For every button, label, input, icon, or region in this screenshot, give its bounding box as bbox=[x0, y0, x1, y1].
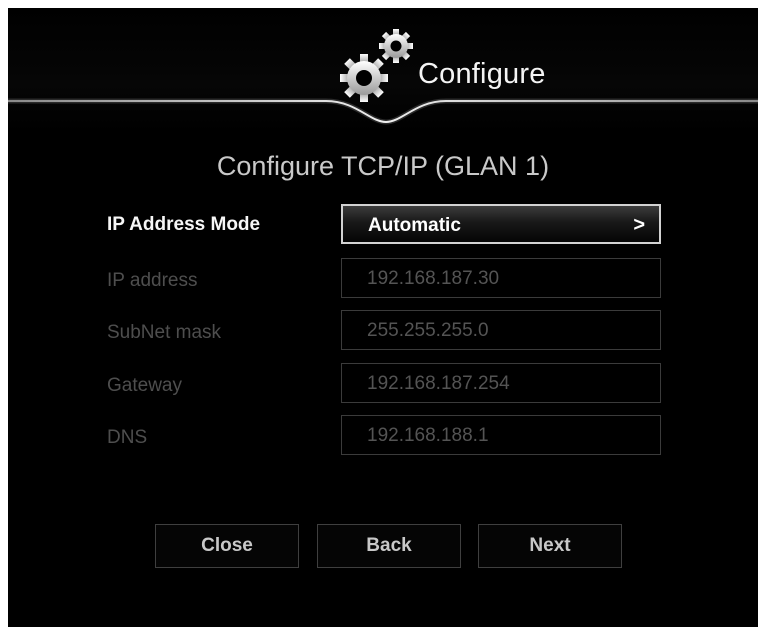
ip-mode-label: IP Address Mode bbox=[107, 214, 261, 235]
configure-screen: Configure Configure TCP/IP (GLAN 1) IP A… bbox=[8, 8, 758, 627]
gears-icon bbox=[340, 29, 413, 102]
ip-mode-row: IP Address Mode Automatic > bbox=[8, 204, 758, 248]
dns-field: 192.168.188.1 bbox=[341, 415, 661, 455]
ip-address-value: 192.168.187.30 bbox=[367, 268, 500, 289]
app-header: Configure bbox=[338, 20, 598, 108]
ip-address-row: IP address 192.168.187.30 bbox=[8, 258, 758, 302]
gateway-label: Gateway bbox=[107, 375, 182, 396]
ip-mode-selector[interactable]: Automatic > bbox=[341, 204, 661, 244]
dns-row: DNS 192.168.188.1 bbox=[8, 415, 758, 459]
subnet-label: SubNet mask bbox=[107, 322, 222, 343]
back-button[interactable]: Back bbox=[317, 524, 461, 568]
gateway-value: 192.168.187.254 bbox=[367, 373, 510, 394]
section-title: Configure TCP/IP (GLAN 1) bbox=[216, 151, 550, 181]
subnet-field: 255.255.255.0 bbox=[341, 310, 661, 350]
dns-label: DNS bbox=[107, 427, 148, 448]
gateway-field: 192.168.187.254 bbox=[341, 363, 661, 403]
ip-mode-value: Automatic bbox=[368, 215, 461, 236]
next-button[interactable]: Next bbox=[478, 524, 622, 568]
subnet-row: SubNet mask 255.255.255.0 bbox=[8, 310, 758, 354]
dns-value: 192.168.188.1 bbox=[367, 425, 489, 446]
subnet-value: 255.255.255.0 bbox=[367, 320, 489, 341]
ip-address-label: IP address bbox=[107, 270, 198, 291]
close-button[interactable]: Close bbox=[155, 524, 299, 568]
gateway-row: Gateway 192.168.187.254 bbox=[8, 363, 758, 407]
app-title: Configure bbox=[418, 58, 546, 90]
chevron-right-icon: > bbox=[633, 214, 645, 236]
ip-address-field: 192.168.187.30 bbox=[341, 258, 661, 298]
